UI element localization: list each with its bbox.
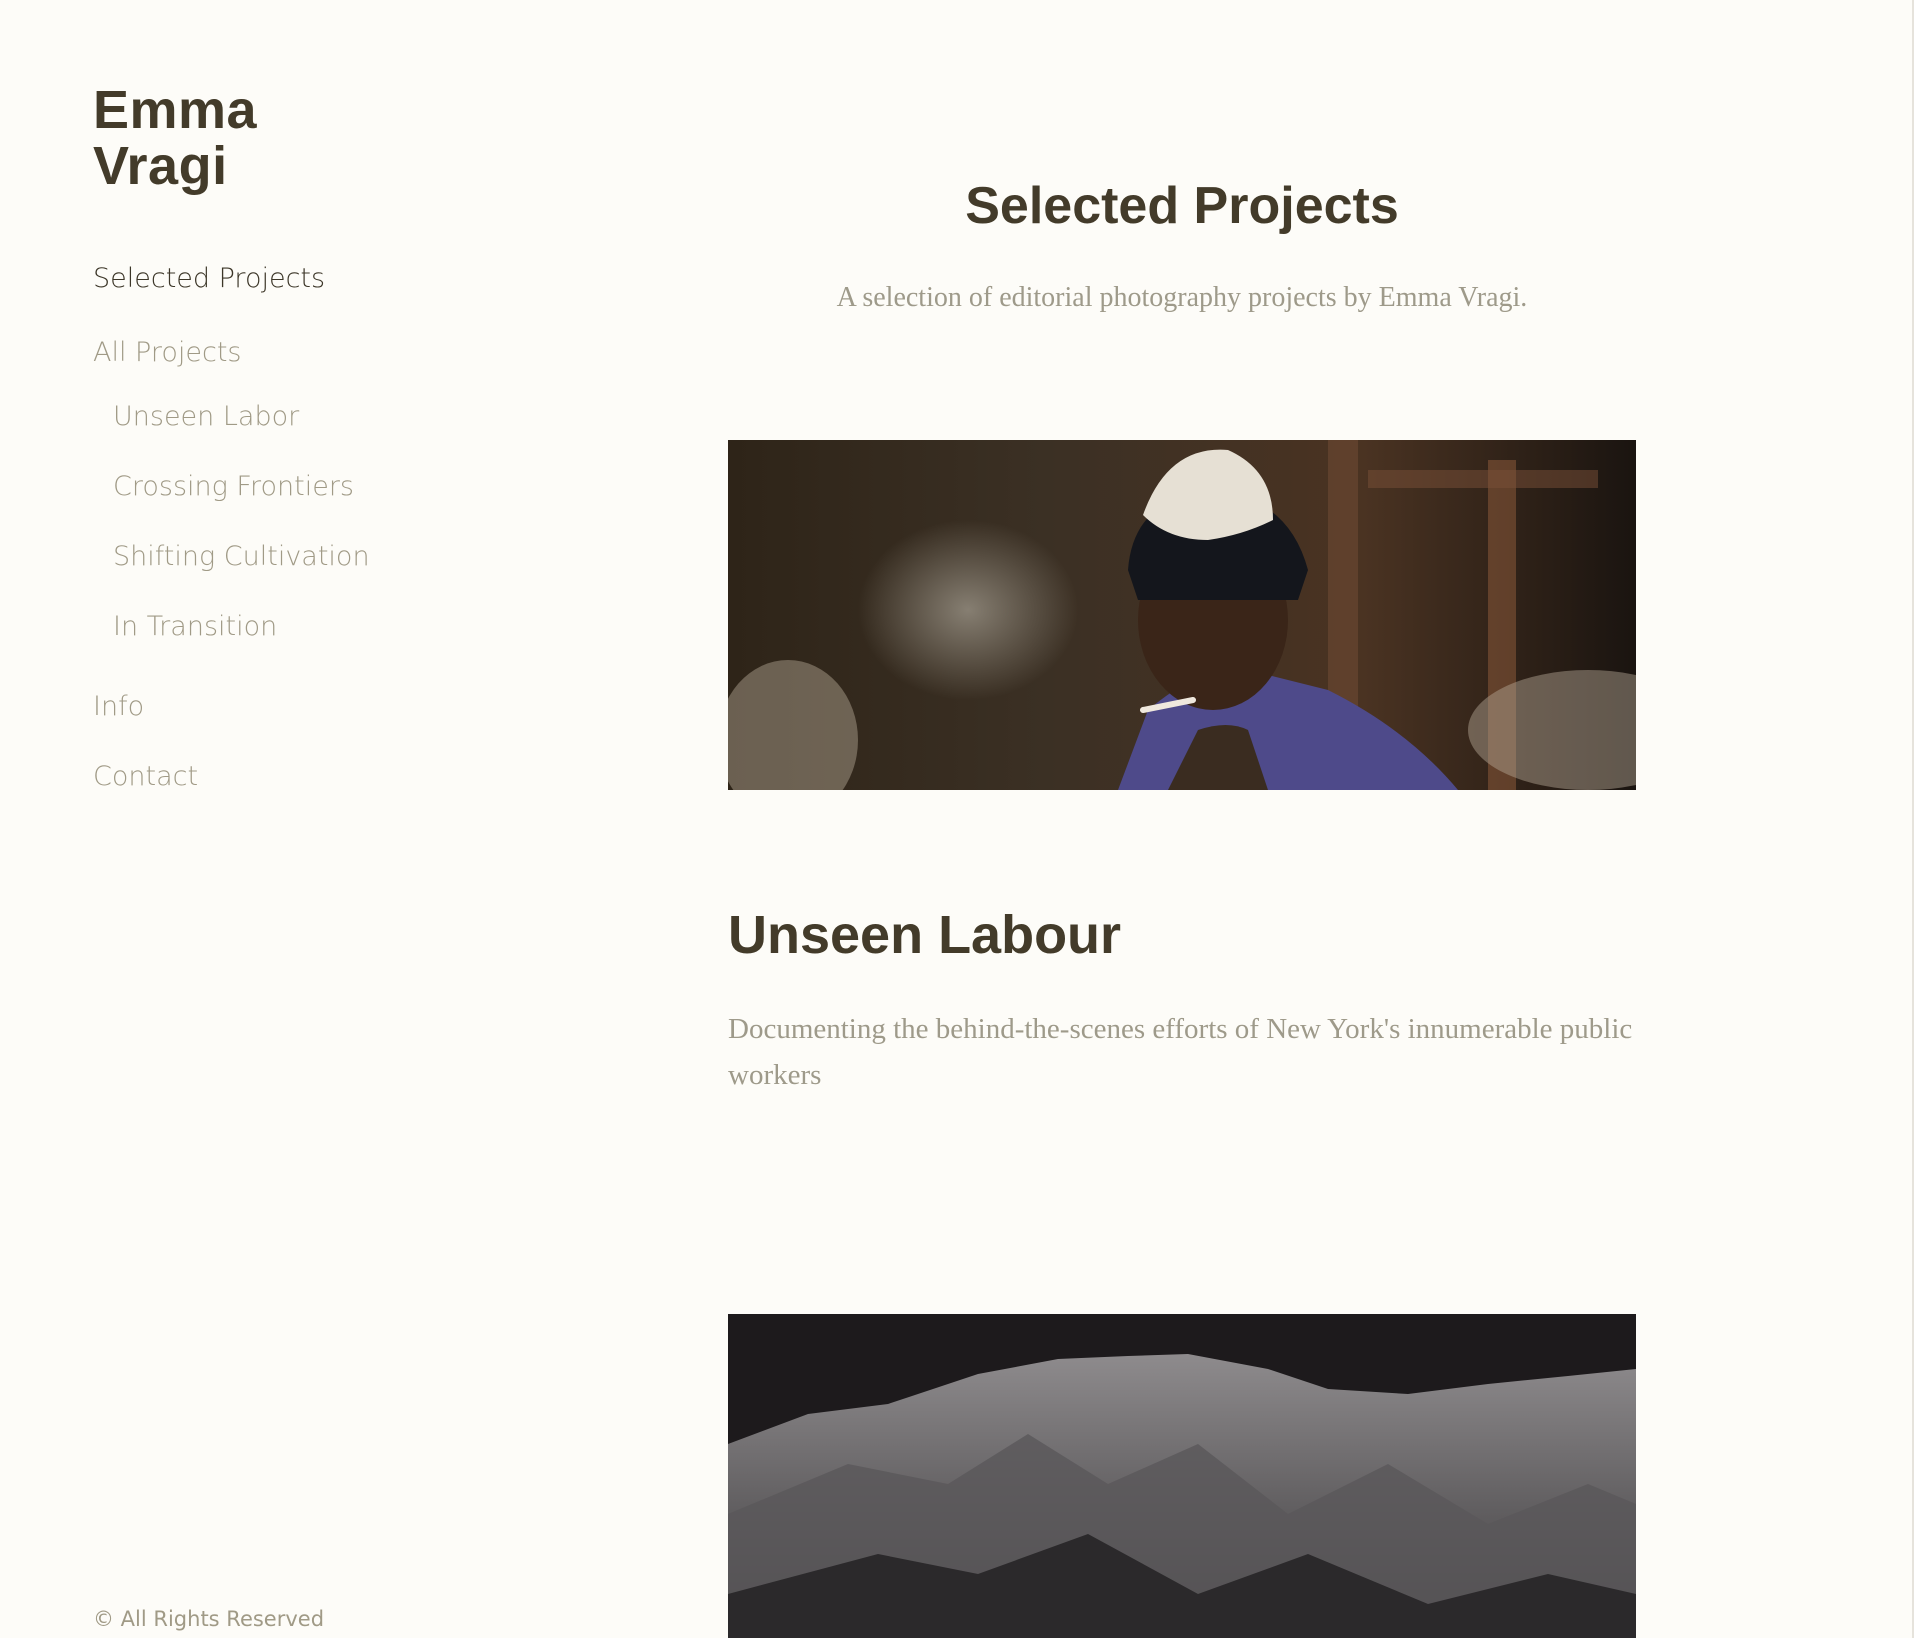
page-subtitle: A selection of editorial photography pro… [836,282,1528,313]
site-title[interactable]: Emma Vragi [93,82,257,194]
project-image-mountains[interactable] [728,1314,1636,1638]
site-title-first-name[interactable]: Emma [93,82,257,138]
mountain-landscape-photo [728,1314,1636,1638]
page: Emma Vragi Selected Projects All Project… [0,0,1914,1638]
site-title-last-name[interactable]: Vragi [93,138,257,194]
nav-sub-in-transition[interactable]: In Transition [113,610,277,644]
nav-sub-unseen-labor[interactable]: Unseen Labor [113,400,299,434]
page-title: Selected Projects [965,177,1399,235]
nav-selected-projects[interactable]: Selected Projects [93,262,325,296]
project-image-unseen-labour[interactable] [728,440,1636,790]
nav-all-projects[interactable]: All Projects [93,336,242,370]
nav-sub-shifting-cultivation[interactable]: Shifting Cultivation [113,540,370,574]
project-title[interactable]: Unseen Labour [728,902,1121,968]
nav-contact[interactable]: Contact [93,760,198,794]
copyright-notice: © All Rights Reserved [93,1607,325,1631]
worker-portrait-photo [728,440,1636,790]
nav-info[interactable]: Info [93,690,144,724]
project-description: Documenting the behind-the-scenes effort… [728,1013,1633,1091]
sidebar: Emma Vragi Selected Projects All Project… [93,0,513,1638]
nav-sub-crossing-frontiers[interactable]: Crossing Frontiers [113,470,354,504]
